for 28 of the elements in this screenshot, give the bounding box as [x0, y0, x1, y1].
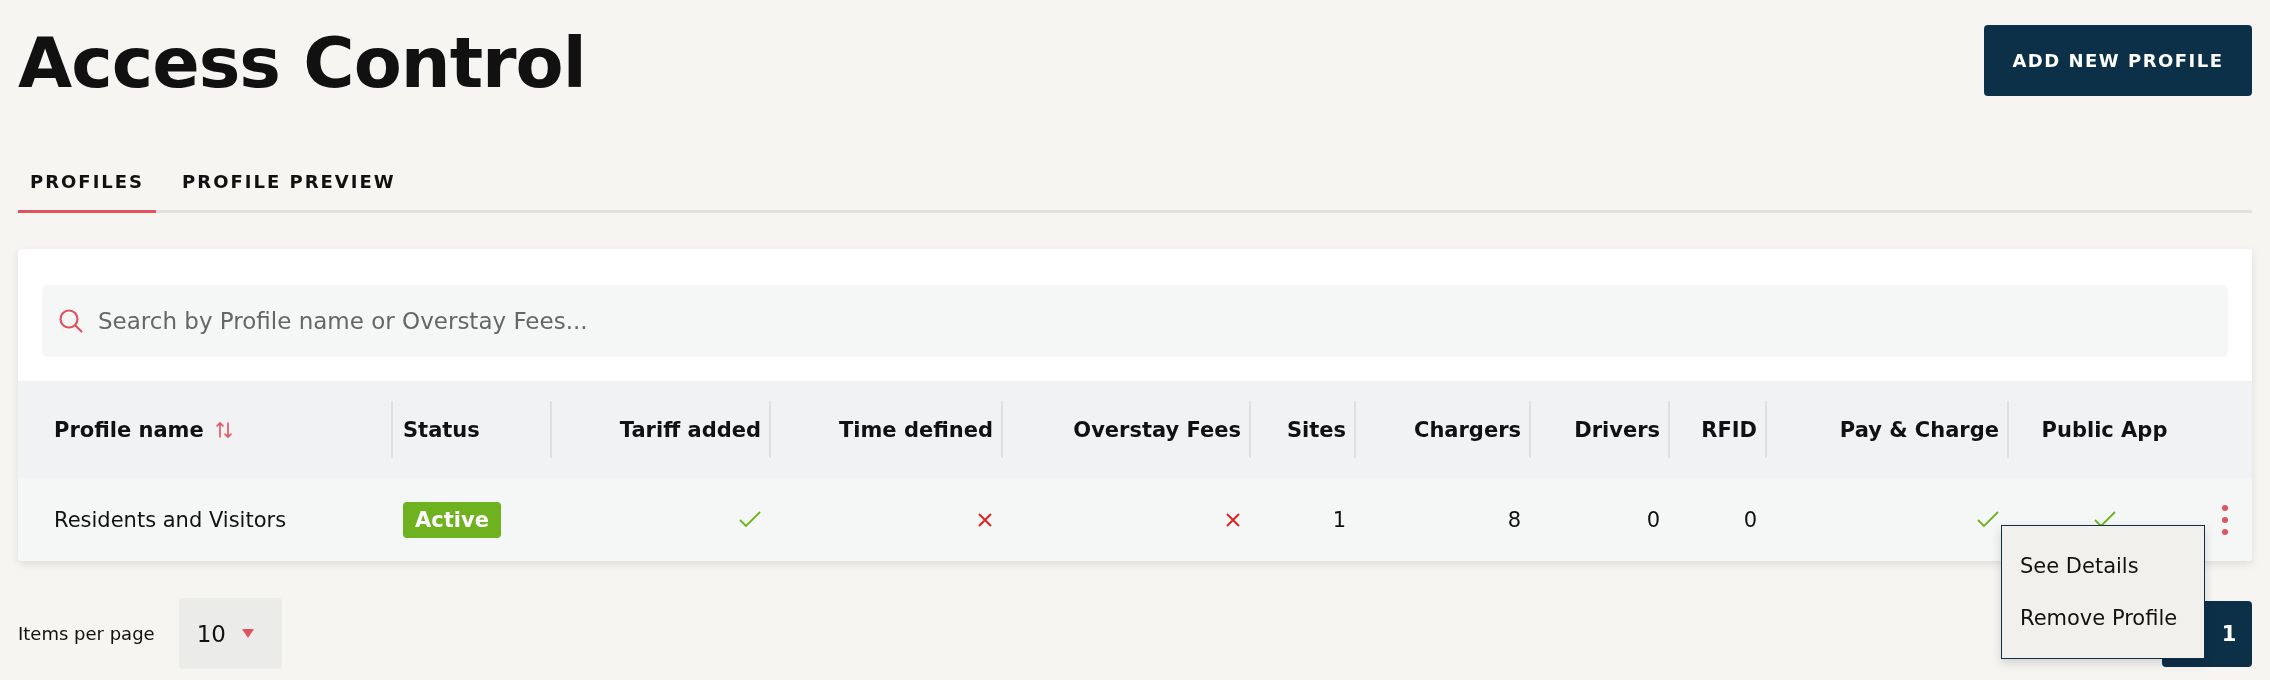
column-header: Pay & Charge	[1839, 417, 1999, 442]
caret-icon	[241, 628, 254, 639]
menu-item[interactable]: See Details	[2002, 540, 2204, 592]
column-header: Tariff added	[619, 417, 761, 442]
page-title: Access Control	[18, 25, 586, 101]
column-header: Public App	[2041, 417, 2168, 442]
column-header: Sites	[1286, 417, 1346, 442]
column-header: Overstay Fees	[1073, 417, 1241, 442]
tab[interactable]: PROFILES	[18, 171, 157, 213]
more-icon[interactable]	[2221, 503, 2229, 536]
column-header: Time defined	[838, 417, 993, 442]
sort-icon[interactable]	[215, 419, 232, 440]
search-field[interactable]: Search by Profile name or Overstay Fees...	[42, 285, 2228, 357]
column-header: Chargers	[1413, 417, 1521, 442]
items-per-page-label: Items per page	[18, 623, 155, 644]
column-header: RFID	[1701, 417, 1757, 442]
table-cell: 8	[1507, 507, 1521, 532]
table-cell: 0	[1646, 507, 1660, 532]
column-header: Profile name	[54, 417, 204, 442]
column-header: Status	[403, 417, 480, 442]
column-header: Drivers	[1574, 417, 1660, 442]
table-cell: Residents and Visitors	[54, 507, 287, 532]
add-profile-button[interactable]: ADD NEW PROFILE	[1984, 25, 2252, 96]
table-cell: 0	[1743, 507, 1757, 532]
table-cell: 1	[1332, 507, 1346, 532]
tab[interactable]: PROFILE PREVIEW	[170, 171, 408, 213]
items-per-page-select[interactable]: 10	[178, 598, 282, 669]
status-badge: Active	[403, 501, 501, 538]
